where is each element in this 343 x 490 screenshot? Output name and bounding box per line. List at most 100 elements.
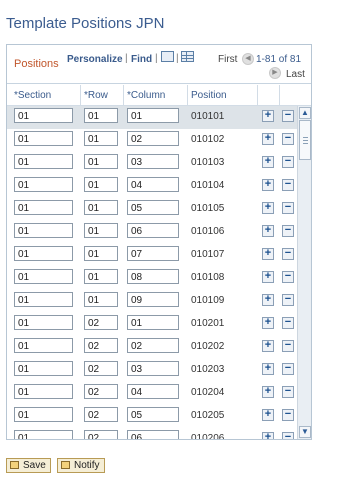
row-input[interactable]: 01 (84, 246, 118, 261)
delete-row-button[interactable]: − (282, 248, 294, 260)
delete-row-button[interactable]: − (282, 271, 294, 283)
column-input[interactable]: 08 (127, 269, 179, 284)
column-input[interactable]: 01 (127, 108, 179, 123)
row-input[interactable]: 02 (84, 407, 118, 422)
table-row: 01 01 03 010103 + − (7, 152, 311, 176)
column-input[interactable]: 02 (127, 131, 179, 146)
row-input[interactable]: 01 (84, 177, 118, 192)
row-input[interactable]: 01 (84, 108, 118, 123)
delete-row-button[interactable]: − (282, 386, 294, 398)
add-row-button[interactable]: + (262, 386, 274, 398)
col-header-column[interactable]: *Column (127, 90, 165, 101)
delete-row-button[interactable]: − (282, 133, 294, 145)
header-separator-2: | (155, 53, 158, 64)
add-row-button[interactable]: + (262, 409, 274, 421)
add-row-button[interactable]: + (262, 340, 274, 352)
row-input[interactable]: 02 (84, 338, 118, 353)
table-row: 01 02 04 010204 + − (7, 382, 311, 406)
save-button[interactable]: Save (6, 458, 51, 473)
table-row: 01 01 01 010101 + − (7, 106, 311, 130)
section-input[interactable]: 01 (14, 384, 73, 399)
notify-button[interactable]: Notify (57, 458, 105, 473)
section-input[interactable]: 01 (14, 177, 73, 192)
add-row-button[interactable]: + (262, 363, 274, 375)
column-input[interactable]: 06 (127, 430, 179, 439)
column-input[interactable]: 04 (127, 384, 179, 399)
row-input[interactable]: 02 (84, 430, 118, 439)
delete-row-button[interactable]: − (282, 340, 294, 352)
position-value: 010104 (191, 180, 225, 191)
section-input[interactable]: 01 (14, 269, 73, 284)
column-input[interactable]: 03 (127, 361, 179, 376)
add-row-button[interactable]: + (262, 110, 274, 122)
col-header-section[interactable]: *Section (14, 90, 51, 101)
next-arrow-icon[interactable]: ▶ (269, 67, 281, 79)
row-input[interactable]: 01 (84, 154, 118, 169)
col-header-position[interactable]: Position (191, 90, 227, 101)
delete-row-button[interactable]: − (282, 225, 294, 237)
scroll-up-icon[interactable]: ▲ (299, 107, 311, 119)
column-input[interactable]: 03 (127, 154, 179, 169)
delete-row-button[interactable]: − (282, 110, 294, 122)
delete-row-button[interactable]: − (282, 202, 294, 214)
col-header-row[interactable]: *Row (84, 90, 108, 101)
section-input[interactable]: 01 (14, 131, 73, 146)
row-input[interactable]: 02 (84, 384, 118, 399)
add-row-button[interactable]: + (262, 432, 274, 439)
row-input[interactable]: 01 (84, 223, 118, 238)
row-input[interactable]: 01 (84, 292, 118, 307)
column-input[interactable]: 06 (127, 223, 179, 238)
section-input[interactable]: 01 (14, 407, 73, 422)
delete-row-button[interactable]: − (282, 432, 294, 439)
scroll-thumb[interactable] (299, 120, 311, 160)
section-input[interactable]: 01 (14, 338, 73, 353)
column-input[interactable]: 02 (127, 338, 179, 353)
section-input[interactable]: 01 (14, 430, 73, 439)
add-row-button[interactable]: + (262, 271, 274, 283)
add-row-button[interactable]: + (262, 179, 274, 191)
column-input[interactable]: 04 (127, 177, 179, 192)
add-row-button[interactable]: + (262, 202, 274, 214)
section-input[interactable]: 01 (14, 200, 73, 215)
column-input[interactable]: 05 (127, 200, 179, 215)
personalize-link[interactable]: Personalize (67, 54, 123, 65)
column-input[interactable]: 07 (127, 246, 179, 261)
add-row-button[interactable]: + (262, 225, 274, 237)
delete-row-button[interactable]: − (282, 363, 294, 375)
view-all-icon[interactable] (161, 51, 174, 62)
row-input[interactable]: 01 (84, 200, 118, 215)
save-label: Save (23, 460, 46, 471)
table-row: 01 01 07 010107 + − (7, 244, 311, 268)
column-input[interactable]: 09 (127, 292, 179, 307)
section-input[interactable]: 01 (14, 154, 73, 169)
row-input[interactable]: 01 (84, 269, 118, 284)
row-input[interactable]: 01 (84, 131, 118, 146)
previous-arrow-icon[interactable]: ◀ (242, 53, 254, 65)
column-header-row: *Section *Row *Column Position (7, 85, 311, 106)
column-input[interactable]: 05 (127, 407, 179, 422)
section-input[interactable]: 01 (14, 361, 73, 376)
add-row-button[interactable]: + (262, 294, 274, 306)
section-input[interactable]: 01 (14, 223, 73, 238)
download-spreadsheet-icon[interactable] (181, 51, 194, 62)
section-input[interactable]: 01 (14, 315, 73, 330)
delete-row-button[interactable]: − (282, 156, 294, 168)
delete-row-button[interactable]: − (282, 179, 294, 191)
add-row-button[interactable]: + (262, 317, 274, 329)
column-input[interactable]: 01 (127, 315, 179, 330)
add-row-button[interactable]: + (262, 133, 274, 145)
find-link[interactable]: Find (131, 54, 152, 65)
row-input[interactable]: 02 (84, 361, 118, 376)
section-input[interactable]: 01 (14, 246, 73, 261)
add-row-button[interactable]: + (262, 248, 274, 260)
add-row-button[interactable]: + (262, 156, 274, 168)
delete-row-button[interactable]: − (282, 317, 294, 329)
delete-row-button[interactable]: − (282, 294, 294, 306)
vertical-scrollbar[interactable]: ▲ ▼ (297, 106, 311, 439)
section-input[interactable]: 01 (14, 108, 73, 123)
table-row: 01 01 09 010109 + − (7, 290, 311, 314)
row-input[interactable]: 02 (84, 315, 118, 330)
delete-row-button[interactable]: − (282, 409, 294, 421)
section-input[interactable]: 01 (14, 292, 73, 307)
scroll-down-icon[interactable]: ▼ (299, 426, 311, 438)
